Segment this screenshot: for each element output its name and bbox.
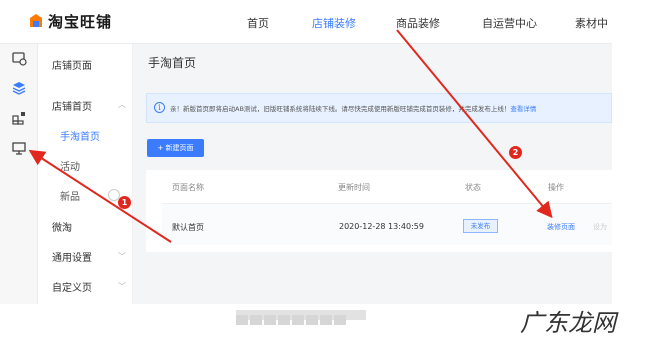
sidebar-item-custom-page[interactable]: 自定义页: [52, 279, 92, 294]
info-icon: i: [154, 102, 165, 113]
nav-self-operation-center[interactable]: 自运营中心: [482, 15, 537, 31]
shop-settings-icon[interactable]: [11, 50, 27, 66]
annotation-marker-1: 1: [118, 196, 131, 209]
page-title: 手淘首页: [148, 56, 197, 70]
notice-text: 亲！新版首页即将启动AB测试，旧版旺铺系统将陆续下线。请尽快完成使用新版旺铺完成…: [170, 105, 511, 113]
sidebar-item-activity[interactable]: 活动: [60, 158, 80, 173]
column-header-updated: 更新时间: [338, 183, 370, 192]
grid-add-icon[interactable]: [11, 110, 27, 126]
blurred-caption: [236, 310, 366, 325]
sidebar-item-weitao[interactable]: 微淘: [52, 219, 72, 234]
sidebar-item-general-settings[interactable]: 通用设置: [52, 249, 92, 264]
nav-materials[interactable]: 素材中: [575, 15, 608, 31]
watermark-text: 广东龙网: [520, 309, 616, 337]
annotation-marker-2: 2: [509, 146, 522, 159]
decorate-page-link[interactable]: 装修页面: [547, 222, 575, 232]
page-name-cell: 默认首页: [172, 223, 204, 232]
set-link[interactable]: 设为: [593, 222, 607, 232]
notice-message: 亲！新版首页即将启动AB测试，旧版旺铺系统将陆续下线。请尽快完成使用新版旺铺完成…: [170, 103, 610, 113]
column-header-status: 状态: [465, 183, 481, 192]
nav-product-decoration[interactable]: 商品装修: [396, 15, 440, 31]
nav-shop-decoration[interactable]: 店铺装修: [312, 15, 356, 31]
nav-home[interactable]: 首页: [247, 15, 269, 31]
updated-time-cell: 2020-12-28 13:40:59: [339, 222, 424, 231]
new-page-button[interactable]: + 新建页面: [147, 139, 204, 157]
sidebar-header: 店铺页面: [52, 61, 92, 72]
taobao-logo-icon: [30, 14, 42, 27]
sidebar-item-new-products[interactable]: 新品: [60, 188, 80, 203]
chevron-down-icon[interactable]: ﹀: [118, 251, 126, 262]
chevron-down-icon[interactable]: ﹀: [118, 281, 126, 292]
app-title: 淘宝旺铺: [48, 13, 113, 31]
status-badge: 未发布: [463, 219, 498, 233]
notice-detail-link[interactable]: 查看详情: [510, 105, 536, 113]
sidebar-item-mobile-home[interactable]: 手淘首页: [60, 128, 100, 143]
monitor-icon[interactable]: [11, 140, 27, 156]
column-header-actions: 操作: [548, 183, 564, 192]
layers-icon[interactable]: [11, 80, 27, 96]
chevron-up-icon[interactable]: ︿: [118, 99, 126, 110]
column-header-name: 页面名称: [172, 183, 204, 192]
sidebar-item-shop-home[interactable]: 店铺首页: [52, 98, 92, 113]
page-sidebar: [38, 44, 133, 304]
